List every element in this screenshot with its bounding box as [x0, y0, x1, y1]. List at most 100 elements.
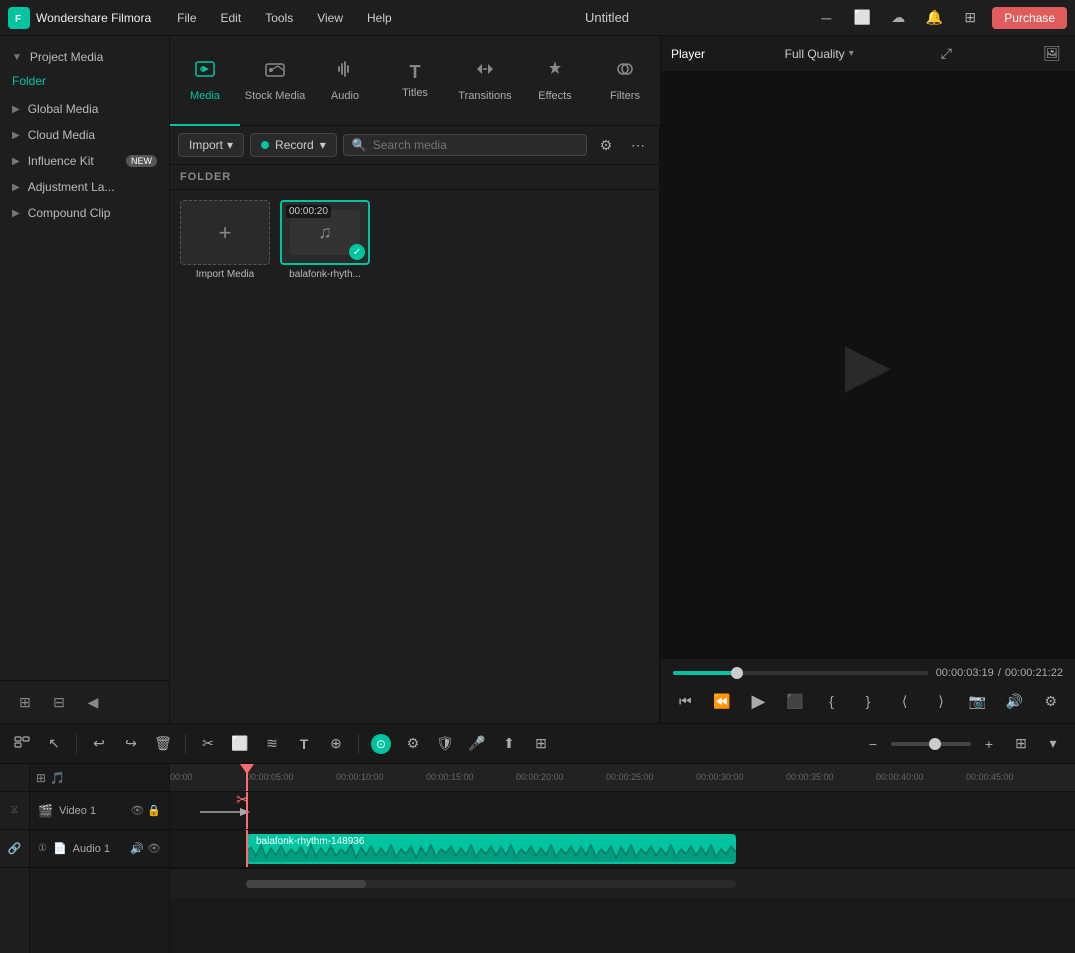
zoom-plus-btn[interactable]: + — [975, 730, 1003, 758]
tab-player[interactable]: Player — [671, 47, 705, 61]
video-track-actions: 👁 🔒 — [130, 804, 161, 817]
pointer-tool[interactable]: ↖ — [40, 730, 68, 758]
cloud-btn[interactable]: ☁ — [884, 4, 912, 32]
tab-titles[interactable]: T Titles — [380, 36, 450, 126]
timeline-scrollbar[interactable] — [246, 880, 736, 888]
cut-tool[interactable]: ✂ — [194, 730, 222, 758]
add-track-icon[interactable]: ⊞ — [36, 771, 46, 785]
play-btn[interactable]: ▶ — [746, 687, 771, 715]
tab-effects[interactable]: Effects — [520, 36, 590, 126]
ruler-mark-8: 00:00:40:00 — [876, 772, 924, 782]
mic-tool[interactable]: 🎤 — [463, 730, 491, 758]
search-input[interactable] — [373, 138, 578, 152]
menu-file[interactable]: File — [167, 7, 206, 29]
add-folder-btn[interactable]: ⊞ — [12, 689, 38, 715]
redo-btn[interactable]: ↪ — [117, 730, 145, 758]
delete-btn[interactable]: 🗑 — [149, 730, 177, 758]
text-tool[interactable]: T — [290, 730, 318, 758]
purchase-button[interactable]: Purchase — [992, 7, 1067, 29]
sidebar-item-influence-kit[interactable]: ▶ Influence Kit NEW — [0, 148, 169, 174]
sidebar-item-cloud-media[interactable]: ▶ Cloud Media — [0, 122, 169, 148]
collapse-btn[interactable]: ◀ — [80, 689, 106, 715]
ruler-mark-4: 00:00:20:00 — [516, 772, 564, 782]
menu-tools[interactable]: Tools — [255, 7, 303, 29]
settings-tool[interactable]: ⚙ — [399, 730, 427, 758]
undo-btn[interactable]: ↩ — [85, 730, 113, 758]
image-icon[interactable]: 🖼 — [1039, 41, 1065, 67]
next-frame-btn[interactable]: ⟩ — [929, 687, 954, 715]
eye-icon[interactable]: 👁 — [130, 804, 144, 817]
progress-thumb[interactable] — [731, 667, 743, 679]
ruler-mark-2: 00:00:10:00 — [336, 772, 384, 782]
tab-audio-label: Audio — [331, 90, 359, 102]
menu-edit[interactable]: Edit — [211, 7, 252, 29]
timeline-scroll-area[interactable] — [170, 868, 1075, 898]
grid-view-btn[interactable]: ⊞ — [1007, 730, 1035, 758]
tab-media[interactable]: Media — [170, 36, 240, 126]
notification-btn[interactable]: 🔔 — [920, 4, 948, 32]
minimize-btn[interactable]: ─ — [812, 4, 840, 32]
settings-btn[interactable]: ⚙ — [1038, 687, 1063, 715]
screenshot-btn[interactable]: 📷 — [965, 687, 990, 715]
speed-tool[interactable]: ≋ — [258, 730, 286, 758]
sidebar-item-global-media[interactable]: ▶ Global Media — [0, 96, 169, 122]
ruler-mark-0: 00:00 — [170, 772, 193, 782]
tab-filters[interactable]: Filters — [590, 36, 660, 126]
scrollbar-thumb[interactable] — [246, 880, 366, 888]
select-tool[interactable] — [8, 730, 36, 758]
tab-media-label: Media — [190, 90, 220, 102]
list-item[interactable]: + Import Media — [180, 200, 270, 713]
more-options-icon[interactable]: ⋯ — [625, 132, 651, 158]
export-tool[interactable]: ⬆ — [495, 730, 523, 758]
split-tool[interactable]: ⊞ — [527, 730, 555, 758]
list-item[interactable]: ♫ 00:00:20 ✓ balafonk-rhyth... — [280, 200, 370, 713]
record-button[interactable]: Record ▾ — [250, 133, 337, 157]
step-back-btn[interactable]: ⏮ — [673, 687, 698, 715]
grid-btn[interactable]: ⊞ — [956, 4, 984, 32]
restore-btn[interactable]: ⬜ — [848, 4, 876, 32]
stop-btn[interactable]: ⬛ — [783, 687, 808, 715]
sidebar-item-adjustment-la[interactable]: ▶ Adjustment La... — [0, 174, 169, 200]
volume-btn[interactable]: 🔊 — [1002, 687, 1027, 715]
tab-transitions[interactable]: Transitions — [450, 36, 520, 126]
fullscreen-icon[interactable]: ⤢ — [933, 41, 959, 67]
ruler-playhead — [246, 764, 248, 791]
timeline-ruler[interactable]: 00:00 00:00:05:00 00:00:10:00 00:00:15:0… — [170, 764, 1075, 792]
expand-btn[interactable]: ▾ — [1039, 730, 1067, 758]
time-separator: / — [998, 667, 1001, 679]
menu-view[interactable]: View — [307, 7, 353, 29]
tab-audio[interactable]: Audio — [310, 36, 380, 126]
player-progress: 00:00:03:19 / 00:00:21:22 — [673, 667, 1063, 679]
app-logo: F Wondershare Filmora — [8, 7, 151, 29]
zoom-slider[interactable] — [891, 742, 971, 746]
frame-back-btn[interactable]: ⏪ — [710, 687, 735, 715]
filter-icon[interactable]: ⚙ — [593, 132, 619, 158]
zoom-minus-btn[interactable]: − — [859, 730, 887, 758]
shield-tool[interactable]: 🛡 — [431, 730, 459, 758]
mark-in-btn[interactable]: { — [819, 687, 844, 715]
crop-tool[interactable]: ⬜ — [226, 730, 254, 758]
add-audio-track-icon[interactable]: 🎵 — [50, 771, 65, 785]
import-button[interactable]: Import ▾ — [178, 133, 244, 157]
remove-btn[interactable]: ⊟ — [46, 689, 72, 715]
more-tools-btn[interactable]: ⊕ — [322, 730, 350, 758]
center-panel: Media Stock Media Audio T Titles — [170, 36, 660, 723]
audio-volume-icon[interactable]: 🔊 — [130, 842, 144, 855]
active-tool-indicator[interactable]: ⊙ — [367, 730, 395, 758]
sidebar-item-compound-clip[interactable]: ▶ Compound Clip — [0, 200, 169, 226]
audio-clip[interactable]: balafonk-rhythm-148936 // Draw random-is… — [246, 834, 736, 864]
tab-stock-media[interactable]: Stock Media — [240, 36, 310, 126]
progress-bar[interactable] — [673, 671, 928, 675]
audio-eye-icon[interactable]: 👁 — [147, 842, 161, 855]
quality-select[interactable]: Full Quality ▾ — [785, 47, 854, 61]
audio-file-icon: 📄 — [53, 842, 67, 855]
sidebar-folder-label[interactable]: Folder — [0, 70, 169, 96]
sidebar-item-project-media[interactable]: ▼ Project Media — [0, 44, 169, 70]
prev-frame-btn[interactable]: ⟨ — [892, 687, 917, 715]
record-dot-icon — [261, 141, 269, 149]
zoom-thumb[interactable] — [929, 738, 941, 750]
mark-out-btn[interactable]: } — [856, 687, 881, 715]
menu-help[interactable]: Help — [357, 7, 402, 29]
track-link-col: ⧖ 🔗 — [0, 764, 30, 953]
lock-icon[interactable]: 🔒 — [147, 804, 161, 817]
